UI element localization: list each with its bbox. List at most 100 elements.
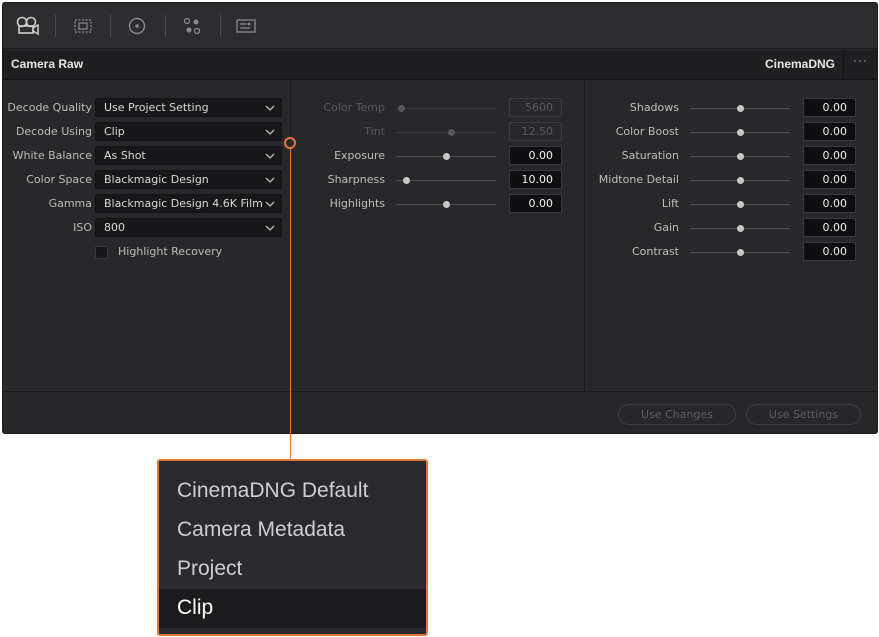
gamma-row: Gamma Blackmagic Design 4.6K Film [3, 194, 291, 214]
slider-handle[interactable] [737, 177, 744, 184]
field-label: Color Space [26, 173, 92, 186]
toolbar-divider [55, 15, 56, 37]
dropdown-value: As Shot [104, 149, 146, 162]
dropdown-value: Use Project Setting [104, 101, 209, 114]
gamma-dropdown[interactable]: Blackmagic Design 4.6K Film [95, 194, 282, 213]
chevron-down-icon [265, 225, 275, 231]
menu-item-clip[interactable]: Clip [159, 589, 426, 628]
raw-format-label: CinemaDNG [764, 57, 835, 71]
slider-label: Gain [653, 221, 679, 234]
slider-value-field[interactable]: 0.00 [803, 122, 856, 141]
field-label: Gamma [48, 197, 92, 210]
slider-handle[interactable] [403, 177, 410, 184]
decode-settings-column: Decode Quality Use Project Setting Decod… [3, 80, 291, 391]
slider-value-field[interactable]: 0.00 [803, 98, 856, 117]
chevron-down-icon [265, 201, 275, 207]
slider-track[interactable] [396, 180, 496, 181]
decode-quality-dropdown[interactable]: Use Project Setting [95, 98, 282, 117]
slider-row: Shadows 0.00 [586, 98, 877, 118]
color-space-dropdown[interactable]: Blackmagic Design [95, 170, 282, 189]
slider-track[interactable] [396, 132, 496, 133]
camera-raw-window: Camera Raw CinemaDNG ··· Decode Quality … [2, 2, 878, 434]
slider-value-field[interactable]: 12.50 [509, 122, 562, 141]
field-label: ISO [73, 221, 92, 234]
iso-row: ISO 800 [3, 218, 291, 238]
chevron-down-icon [265, 129, 275, 135]
chevron-down-icon [265, 105, 275, 111]
settings-icon[interactable] [232, 12, 260, 40]
slider-row: Gain 0.00 [586, 218, 877, 238]
slider-handle[interactable] [737, 225, 744, 232]
slider-value-field[interactable]: 0.00 [509, 146, 562, 165]
detail-sliders-column: Shadows 0.00 Color Boost 0.00 Saturation 0.00… [586, 80, 877, 391]
slider-handle[interactable] [737, 129, 744, 136]
slider-handle[interactable] [448, 129, 455, 136]
chevron-down-icon [265, 153, 275, 159]
slider-value-field[interactable]: 0.00 [509, 194, 562, 213]
primary-sliders-column: Color Temp 5600 Tint 12.50 Exposure 0.00 Sharp… [292, 80, 585, 391]
slider-handle[interactable] [443, 153, 450, 160]
decode-using-dropdown[interactable]: Clip [95, 122, 282, 141]
highlight-recovery-label: Highlight Recovery [118, 245, 223, 258]
slider-label: Highlights [329, 197, 385, 210]
menu-item-project[interactable]: Project [159, 550, 426, 589]
decode-using-row: Decode Using Clip [3, 122, 291, 142]
field-label: Decode Quality [7, 101, 92, 114]
more-options-icon[interactable]: ··· [843, 50, 877, 79]
slider-handle[interactable] [737, 105, 744, 112]
color-space-row: Color Space Blackmagic Design [3, 170, 291, 190]
slider-handle[interactable] [737, 153, 744, 160]
slider-value-field[interactable]: 0.00 [803, 170, 856, 189]
slider-label: Saturation [621, 149, 679, 162]
highlight-recovery-checkbox[interactable] [95, 246, 108, 259]
lut-icon[interactable] [69, 12, 97, 40]
menu-item-cinemadng-default[interactable]: CinemaDNG Default [159, 472, 426, 511]
iso-dropdown[interactable]: 800 [95, 218, 282, 237]
toolbar-divider [165, 15, 166, 37]
callout-marker [284, 137, 296, 149]
slider-handle[interactable] [443, 201, 450, 208]
panel-title: Camera Raw [11, 57, 84, 71]
slider-row: Color Boost 0.00 [586, 122, 877, 142]
slider-value-field[interactable]: 0.00 [803, 194, 856, 213]
slider-row: Lift 0.00 [586, 194, 877, 214]
color-wheels-icon[interactable] [123, 12, 151, 40]
menu-item-camera-metadata[interactable]: Camera Metadata [159, 511, 426, 550]
use-settings-button[interactable]: Use Settings [746, 404, 861, 425]
slider-value-field[interactable]: 0.00 [803, 242, 856, 261]
use-changes-button[interactable]: Use Changes [618, 404, 736, 425]
dropdown-value: Clip [104, 125, 125, 138]
slider-handle[interactable] [737, 249, 744, 256]
toolbar-divider [110, 15, 111, 37]
camera-raw-icon[interactable] [13, 12, 41, 40]
decode-quality-row: Decode Quality Use Project Setting [3, 98, 291, 118]
slider-handle[interactable] [398, 105, 405, 112]
dropdown-value: Blackmagic Design [104, 173, 209, 186]
slider-label: Color Boost [615, 125, 679, 138]
slider-value-field[interactable]: 5600 [509, 98, 562, 117]
white-balance-dropdown[interactable]: As Shot [95, 146, 282, 165]
dropdown-value: 800 [104, 221, 125, 234]
slider-label: Color Temp [323, 101, 385, 114]
field-label: White Balance [12, 149, 92, 162]
white-balance-row: White Balance As Shot [3, 146, 291, 166]
slider-track[interactable] [396, 108, 496, 109]
slider-row: Color Temp 5600 [292, 98, 585, 118]
slider-row: Exposure 0.00 [292, 146, 585, 166]
slider-row: Contrast 0.00 [586, 242, 877, 262]
callout-line [290, 149, 291, 459]
slider-value-field[interactable]: 0.00 [803, 218, 856, 237]
toolbar [3, 3, 877, 49]
slider-label: Sharpness [327, 173, 385, 186]
slider-label: Shadows [629, 101, 679, 114]
slider-label: Lift [661, 197, 679, 210]
decode-using-menu: CinemaDNG Default Camera Metadata Projec… [157, 459, 428, 636]
slider-value-field[interactable]: 0.00 [803, 146, 856, 165]
nodes-icon[interactable] [178, 12, 206, 40]
slider-row: Saturation 0.00 [586, 146, 877, 166]
chevron-down-icon [265, 177, 275, 183]
slider-value-field[interactable]: 10.00 [509, 170, 562, 189]
slider-label: Exposure [334, 149, 385, 162]
slider-handle[interactable] [737, 201, 744, 208]
slider-row: Sharpness 10.00 [292, 170, 585, 190]
